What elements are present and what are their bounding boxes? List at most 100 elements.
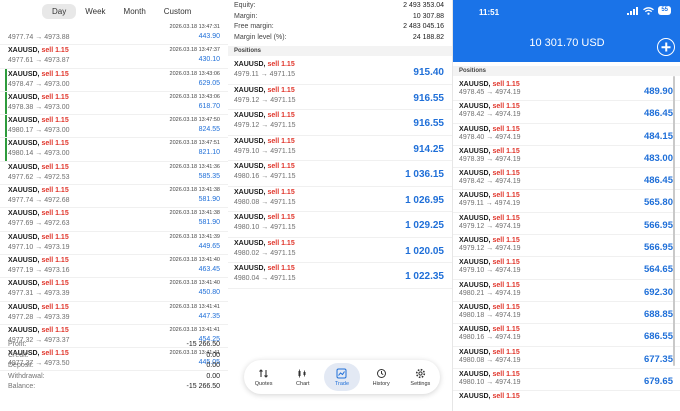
- period-tab-month[interactable]: Month: [115, 4, 155, 19]
- history-deal-row[interactable]: XAUUSD, sell 1.15 4977.69 → 4972.63 2026.0…: [0, 208, 228, 232]
- deal-side: sell 1.15: [41, 187, 69, 195]
- position-row[interactable]: XAUUSD, sell 1.15 4979.12 → 4974.19 566.95: [453, 213, 680, 236]
- deal-side: sell 1.15: [41, 280, 69, 288]
- history-deal-row[interactable]: 4977.74 → 4973.88 2026.03.18 13:47:31 443.…: [0, 22, 228, 46]
- position-row[interactable]: XAUUSD, sell 1.15 4979.10 → 4974.19 564.65: [453, 257, 680, 280]
- deal-time: 2026.03.18 13:41:38: [169, 210, 220, 217]
- status-time: 11:51: [479, 8, 500, 17]
- position-prices: 4979.12 → 4971.15: [234, 96, 296, 104]
- position-row[interactable]: XAUUSD, sell 1.15 4979.12 → 4974.19 566.95: [453, 235, 680, 258]
- deal-symbol: XAUUSD,: [8, 70, 40, 78]
- account-row: Margin level (%): 24 188.82: [228, 34, 452, 45]
- position-profit: 692.30: [643, 286, 673, 298]
- deal-title: XAUUSD, sell 1.15: [8, 47, 69, 54]
- position-profit: 565.80: [643, 197, 673, 209]
- history-deal-row[interactable]: XAUUSD, sell 1.15 4978.47 → 4973.00 2026.0…: [0, 68, 228, 92]
- account-row: Free margin: 2 483 045.16: [228, 23, 452, 34]
- position-prices: 4978.45 → 4974.19: [459, 89, 521, 96]
- deal-prices: 4980.14 → 4973.00: [8, 150, 70, 158]
- account-row: Equity: 2 493 353.04: [228, 2, 452, 13]
- position-profit: 566.95: [643, 242, 673, 254]
- position-row[interactable]: XAUUSD, sell 1.15 4979.12 → 4971.15 916.55: [228, 110, 452, 136]
- history-deal-row[interactable]: XAUUSD, sell 1.15 4977.61 → 4973.87 2026.0…: [0, 45, 228, 69]
- positions-header: Positions: [228, 46, 452, 56]
- history-deal-row[interactable]: XAUUSD, sell 1.15 4977.31 → 4973.39 2026.0…: [0, 278, 228, 302]
- position-row[interactable]: XAUUSD, sell 1.15 4980.16 → 4974.19 686.55: [453, 324, 680, 347]
- position-symbol: XAUUSD,: [234, 86, 266, 94]
- deal-symbol: XAUUSD,: [8, 256, 40, 264]
- trade-icon: [336, 368, 347, 378]
- position-prices: 4979.12 → 4971.15: [234, 122, 296, 129]
- position-symbol: XAUUSD,: [234, 214, 266, 221]
- position-row[interactable]: XAUUSD, sell 1.15: [453, 391, 680, 411]
- history-deal-row[interactable]: XAUUSD, sell 1.15 4977.28 → 4973.39 2026.0…: [0, 302, 228, 325]
- deal-prices: 4977.28 → 4973.39: [8, 313, 70, 321]
- period-tab-custom[interactable]: Custom: [155, 4, 201, 19]
- position-profit: 483.00: [643, 152, 673, 164]
- position-row[interactable]: XAUUSD, sell 1.15 4980.04 → 4971.15 1 022.…: [228, 263, 452, 289]
- position-row[interactable]: XAUUSD, sell 1.15 4980.21 → 4974.19 692.30: [453, 280, 680, 302]
- position-title: XAUUSD, sell 1.15: [459, 259, 520, 266]
- position-row[interactable]: XAUUSD, sell 1.15 4979.12 → 4971.15 916.55: [228, 85, 452, 110]
- position-profit: 1 029.25: [405, 220, 444, 231]
- position-row[interactable]: XAUUSD, sell 1.15 4980.02 → 4971.15 1 020.…: [228, 238, 452, 263]
- history-deal-row[interactable]: XAUUSD, sell 1.15 4977.19 → 4973.16 2026.0…: [0, 255, 228, 279]
- add-order-button[interactable]: [657, 38, 675, 56]
- period-tab-week[interactable]: Week: [76, 4, 114, 19]
- history-deal-row[interactable]: XAUUSD, sell 1.15 4980.14 → 4973.00 2026.0…: [0, 138, 228, 162]
- nav-quotes[interactable]: Quotes: [246, 363, 282, 391]
- position-row[interactable]: XAUUSD, sell 1.15 4978.45 → 4974.19 489.90: [453, 79, 680, 102]
- position-row[interactable]: XAUUSD, sell 1.15 4979.11 → 4974.19 565.80: [453, 190, 680, 213]
- account-label: Margin:: [234, 12, 258, 20]
- deal-title: XAUUSD, sell 1.15: [8, 327, 69, 334]
- summary-row: Profit: -15 266.50: [0, 341, 228, 352]
- nav-label: Settings: [410, 380, 431, 387]
- position-title: XAUUSD, sell 1.15: [234, 87, 295, 94]
- position-row[interactable]: XAUUSD, sell 1.15 4979.10 → 4971.15 914.25: [228, 136, 452, 161]
- history-deal-row[interactable]: XAUUSD, sell 1.15 4980.17 → 4973.00 2026.0…: [0, 115, 228, 139]
- position-row[interactable]: XAUUSD, sell 1.15 4978.39 → 4974.19 483.00: [453, 146, 680, 169]
- position-row[interactable]: XAUUSD, sell 1.15 4980.10 → 4974.19 679.65: [453, 369, 680, 392]
- period-tab-day[interactable]: Day: [42, 3, 77, 19]
- position-prices: 4979.10 → 4971.15: [234, 147, 296, 155]
- nav-settings[interactable]: Settings: [402, 363, 438, 391]
- account-balance: 10 301.70 USD: [529, 37, 605, 49]
- history-deal-row[interactable]: XAUUSD, sell 1.15 4977.62 → 4972.53 2026.0…: [0, 162, 228, 186]
- deal-time: 2026.03.18 13:41:40: [169, 280, 220, 287]
- position-title: XAUUSD, sell 1.15: [234, 112, 295, 119]
- account-value: 10 307.88: [412, 12, 444, 20]
- deal-side: sell 1.15: [41, 140, 69, 148]
- position-row[interactable]: XAUUSD, sell 1.15 4978.42 → 4974.19 486.45: [453, 168, 680, 191]
- position-row[interactable]: XAUUSD, sell 1.15 4978.40 → 4974.19 484.15: [453, 124, 680, 146]
- summary-row: Credit: 0.00: [0, 352, 228, 363]
- position-row[interactable]: XAUUSD, sell 1.15 4980.16 → 4971.15 1 036.…: [228, 161, 452, 187]
- position-symbol: XAUUSD,: [459, 348, 491, 356]
- deal-prices: 4977.10 → 4973.19: [8, 243, 70, 251]
- history-deal-row[interactable]: XAUUSD, sell 1.15 4977.10 → 4973.19 2026.0…: [0, 232, 228, 255]
- deal-prices: 4977.74 → 4973.88: [8, 34, 70, 41]
- position-symbol: XAUUSD,: [459, 214, 491, 222]
- deal-prices: 4978.38 → 4973.00: [8, 103, 70, 111]
- position-row[interactable]: XAUUSD, sell 1.15 4980.08 → 4974.19 677.35: [453, 347, 680, 369]
- position-row[interactable]: XAUUSD, sell 1.15 4980.18 → 4974.19 688.85: [453, 302, 680, 325]
- position-prices: 4980.10 → 4974.19: [459, 378, 521, 386]
- position-row[interactable]: XAUUSD, sell 1.15 4980.08 → 4971.15 1 026.…: [228, 187, 452, 212]
- deal-time: 2026.03.18 13:47:31: [169, 24, 220, 30]
- history-deal-row[interactable]: XAUUSD, sell 1.15 4977.74 → 4972.68 2026.0…: [0, 185, 228, 209]
- position-row[interactable]: XAUUSD, sell 1.15 4978.42 → 4974.19 486.45: [453, 101, 680, 124]
- position-side: sell 1.15: [492, 348, 520, 356]
- nav-history[interactable]: History: [363, 363, 399, 391]
- nav-trade[interactable]: Trade: [323, 363, 360, 391]
- position-row[interactable]: XAUUSD, sell 1.15 4979.11 → 4971.15 915.40: [228, 59, 452, 85]
- deal-symbol: XAUUSD,: [8, 326, 40, 334]
- deal-profit: 430.10: [198, 56, 220, 64]
- position-row[interactable]: XAUUSD, sell 1.15 4980.10 → 4971.15 1 029.…: [228, 212, 452, 238]
- position-title: XAUUSD, sell 1.15: [234, 240, 295, 247]
- nav-chart[interactable]: Chart: [285, 363, 321, 391]
- scrollbar[interactable]: [673, 76, 675, 366]
- position-symbol: XAUUSD,: [234, 239, 266, 247]
- account-value: 2 483 045.16: [403, 23, 444, 30]
- deal-title: XAUUSD, sell 1.15: [8, 164, 69, 171]
- history-deal-row[interactable]: XAUUSD, sell 1.15 4978.38 → 4973.00 2026.0…: [0, 91, 228, 116]
- position-prices: 4978.40 → 4974.19: [459, 133, 521, 141]
